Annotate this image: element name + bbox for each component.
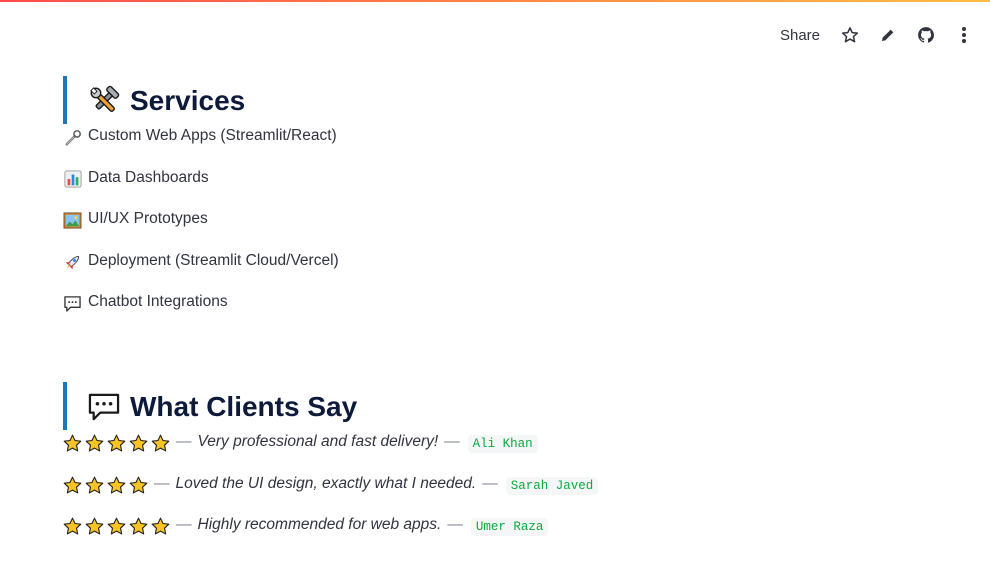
tools-icon bbox=[86, 83, 122, 119]
service-label: Data Dashboards bbox=[88, 168, 209, 186]
client-name: Umer Raza bbox=[470, 518, 549, 536]
rating-stars bbox=[63, 476, 148, 495]
list-item: Data Dashboards bbox=[63, 169, 339, 211]
testimonials-list: — Very professional and fast delivery! —… bbox=[63, 433, 599, 558]
list-item: Custom Web Apps (Streamlit/React) bbox=[63, 127, 339, 169]
star-icon bbox=[85, 517, 104, 535]
testimonial-row: — Very professional and fast delivery! —… bbox=[63, 433, 598, 475]
service-label: Custom Web Apps (Streamlit/React) bbox=[88, 127, 337, 144]
star-icon bbox=[63, 476, 82, 493]
star-icon bbox=[107, 517, 126, 535]
more-vertical-icon[interactable] bbox=[954, 25, 974, 45]
app-toolbar: Share bbox=[780, 22, 974, 48]
services-section: Services Custom Web Apps (Streamlit/Reac… bbox=[63, 76, 339, 335]
star-icon bbox=[129, 434, 148, 452]
star-icon bbox=[85, 476, 104, 493]
star-icon bbox=[63, 434, 82, 452]
wrench-icon bbox=[63, 128, 82, 147]
testimonial-quote: Loved the UI design, exactly what I need… bbox=[175, 474, 477, 492]
star-icon bbox=[151, 517, 170, 535]
framed-picture-icon bbox=[63, 211, 82, 230]
testimonial-row: — Loved the UI design, exactly what I ne… bbox=[63, 474, 599, 517]
testimonials-section: What Clients Say — Very professional and… bbox=[63, 382, 599, 558]
star-icon bbox=[63, 517, 82, 535]
rocket-icon bbox=[63, 253, 82, 272]
bar-chart-icon bbox=[63, 170, 82, 189]
rating-stars bbox=[63, 434, 170, 453]
client-name: Ali Khan bbox=[467, 435, 538, 453]
star-icon bbox=[85, 434, 104, 452]
github-icon[interactable] bbox=[916, 25, 936, 45]
app-top-decoration bbox=[0, 0, 990, 2]
client-name: Sarah Javed bbox=[505, 476, 599, 495]
star-icon[interactable] bbox=[840, 25, 860, 45]
testimonial-quote: Highly recommended for web apps. bbox=[197, 516, 442, 533]
star-icon bbox=[151, 434, 170, 452]
star-icon bbox=[129, 517, 148, 535]
rating-stars bbox=[63, 517, 170, 536]
pencil-icon[interactable] bbox=[878, 25, 898, 45]
share-button[interactable]: Share bbox=[780, 27, 820, 44]
speech-bubble-icon bbox=[86, 389, 122, 425]
service-label: Deployment (Streamlit Cloud/Vercel) bbox=[88, 251, 339, 269]
testimonials-heading: What Clients Say bbox=[63, 382, 598, 430]
testimonials-title: What Clients Say bbox=[130, 391, 358, 422]
testimonial-row: — Highly recommended for web apps. — Ume… bbox=[63, 516, 598, 558]
services-list: Custom Web Apps (Streamlit/React) Data D… bbox=[63, 127, 339, 335]
speech-bubble-icon bbox=[63, 294, 82, 313]
services-heading: Services bbox=[63, 76, 339, 124]
service-label: Chatbot Integrations bbox=[88, 293, 228, 310]
services-title: Services bbox=[130, 85, 246, 116]
star-icon bbox=[107, 434, 126, 452]
star-icon bbox=[129, 476, 148, 493]
testimonial-quote: Very professional and fast delivery! bbox=[197, 433, 439, 450]
list-item: Deployment (Streamlit Cloud/Vercel) bbox=[63, 252, 339, 294]
service-label: UI/UX Prototypes bbox=[88, 210, 208, 227]
list-item: Chatbot Integrations bbox=[63, 293, 339, 335]
list-item: UI/UX Prototypes bbox=[63, 210, 339, 252]
star-icon bbox=[107, 476, 126, 493]
